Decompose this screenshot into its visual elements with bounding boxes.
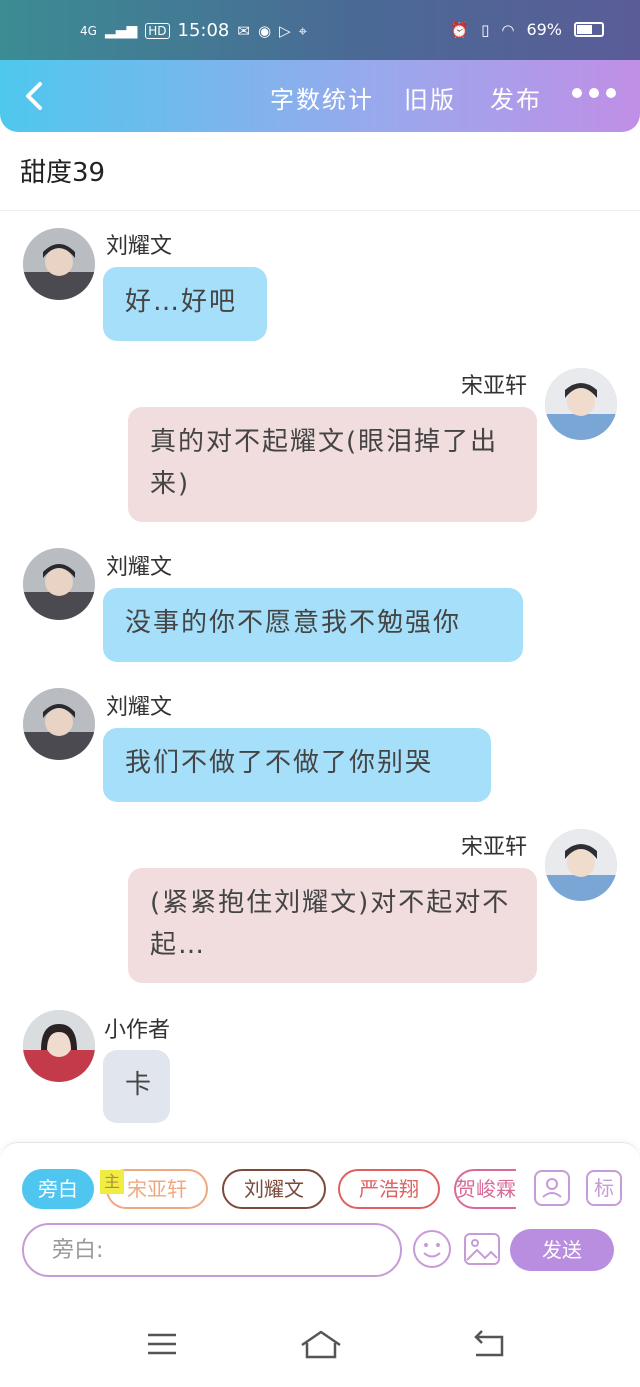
old-version-button[interactable]: 旧版 [404,80,456,115]
hd-indicator: HD [145,22,170,39]
avatar-song-yaxuan[interactable] [545,368,617,440]
message-bubble[interactable]: 好…好吧 [103,267,267,341]
message-input[interactable] [22,1223,402,1277]
location-icon: ⌖ [298,21,308,40]
avatar-liu-yaowen[interactable] [23,228,95,300]
speaker-name: 小作者 [104,1018,171,1043]
speaker-name: 刘耀文 [106,695,173,720]
message-bubble[interactable]: 真的对不起耀文(眼泪掉了出来) [128,407,537,522]
image-icon[interactable] [461,1228,503,1270]
status-bar: 4G ▂▄▆ HD 15:08 ✉ ◉ ▷ ⌖ ⏰ ▯ ◠ 69% [0,0,640,60]
vibrate-icon: ▯ [481,20,490,39]
clock: 15:08 [177,20,230,41]
role-chip-narration[interactable]: 旁白 [22,1169,94,1209]
home-icon[interactable] [298,1329,344,1361]
menu-icon[interactable] [142,1329,182,1361]
avatar-liu-yaowen[interactable] [23,688,95,760]
avatar-author[interactable] [23,1010,95,1082]
divider [0,210,640,211]
speaker-name: 宋亚轩 [461,835,528,860]
message-bubble[interactable]: 没事的你不愿意我不勉强你 [103,588,523,662]
wifi-icon: ◠ [501,20,515,39]
back-nav-icon[interactable] [468,1329,508,1361]
role-chip-liu-yaowen[interactable]: 刘耀文 [222,1169,326,1209]
speaker-name: 刘耀文 [106,234,173,259]
more-dots-icon[interactable] [572,88,616,98]
message-bubble[interactable]: (紧紧抱住刘耀文)对不起对不起… [128,868,537,983]
tag-button[interactable]: 标 [586,1170,622,1206]
host-badge: 主 [100,1170,124,1194]
speaker-name: 刘耀文 [106,555,173,580]
app-header: 字数统计 旧版 发布 [0,60,640,132]
send-button[interactable]: 发送 [510,1229,614,1271]
avatar-song-yaxuan[interactable] [545,829,617,901]
publish-button[interactable]: 发布 [490,80,542,115]
alarm-icon: ⏰ [450,20,470,39]
status-right: ⏰ ▯ ◠ 69% [450,20,604,39]
signal-icon: ▂▄▆ [104,22,138,39]
network-indicator: 4G [80,23,97,38]
battery-percent: 69% [526,20,562,39]
word-count-button[interactable]: 字数统计 [270,80,374,115]
message-bubble[interactable]: 卡 [103,1050,170,1123]
message-icon: ✉ [237,21,250,40]
role-chip-he-junlin[interactable]: 贺峻霖 [454,1169,516,1209]
play-icon: ▷ [279,21,291,40]
story-title: 甜度39 [20,158,106,188]
role-chip-yan-haoxiang[interactable]: 严浩翔 [338,1169,440,1209]
message-bubble[interactable]: 我们不做了不做了你别哭 [103,728,491,802]
emoji-icon[interactable] [411,1228,453,1270]
person-icon[interactable] [534,1170,570,1206]
battery-icon [574,22,604,37]
speaker-name: 宋亚轩 [461,374,528,399]
status-left: 4G ▂▄▆ HD 15:08 ✉ ◉ ▷ ⌖ [80,20,307,41]
system-nav-bar [0,1277,640,1387]
battery-level [577,25,593,34]
back-icon[interactable] [18,74,54,118]
weibo-icon: ◉ [257,21,272,40]
avatar-liu-yaowen[interactable] [23,548,95,620]
